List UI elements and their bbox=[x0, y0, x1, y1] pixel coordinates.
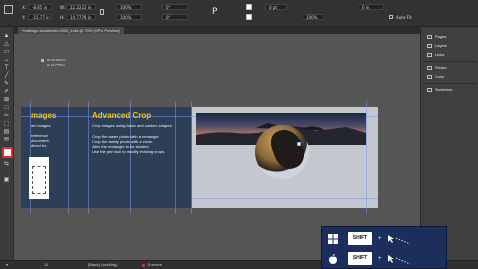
panel-stroke[interactable]: Stroke bbox=[427, 64, 447, 71]
pages-icon bbox=[427, 34, 432, 39]
master-label[interactable]: [Basic] (working) bbox=[88, 262, 118, 268]
drag-cursor-icon bbox=[386, 253, 426, 266]
swatches-icon bbox=[427, 87, 432, 92]
selection-tool-icon[interactable]: ▲ bbox=[2, 33, 11, 39]
page-number-field[interactable]: 11 bbox=[44, 262, 48, 268]
shear-field[interactable]: 0° bbox=[162, 14, 188, 20]
swap-colors-icon[interactable]: ⇆ bbox=[2, 161, 11, 167]
scissors-tool-icon[interactable]: ✂ bbox=[2, 113, 11, 119]
windows-shortcut-row: SHIFT + bbox=[326, 230, 442, 248]
screen-mode-icon[interactable]: ▣ bbox=[2, 177, 11, 183]
coordinates-h: H: 14.7778 in bbox=[47, 63, 65, 67]
scale-x-field[interactable]: 100% bbox=[116, 4, 142, 10]
advanced-crop-intro[interactable]: Crop images using basic and custom shape… bbox=[92, 123, 173, 128]
guide-vertical bbox=[175, 101, 176, 214]
reference-point-icon[interactable] bbox=[4, 5, 13, 14]
windows-logo-icon bbox=[328, 234, 338, 244]
control-bar: X: -8.65 in Y: -15.77 in W: 22.2222 in H… bbox=[0, 0, 478, 27]
free-transform-tool-icon[interactable]: ⬚ bbox=[2, 121, 11, 127]
rotate-field[interactable]: 0° bbox=[162, 4, 188, 10]
type-tool-icon[interactable]: T bbox=[2, 65, 11, 71]
gap-tool-icon[interactable]: ↔ bbox=[2, 57, 11, 63]
apple-logo-icon bbox=[328, 254, 338, 264]
panel-divider bbox=[423, 61, 477, 62]
layers-icon bbox=[427, 43, 432, 48]
color-icon bbox=[427, 74, 432, 79]
family-photo-circle-frame[interactable] bbox=[255, 125, 309, 179]
fill-stroke-swatch-icon[interactable] bbox=[2, 147, 13, 158]
tools-panel: ▲ △ ▭ ↔ T ╱ ✎ ✐ ⊠ □ ✂ ⬚ ▤ ✉ ⇆ ▣ bbox=[0, 27, 14, 269]
panel-swatches[interactable]: Swatches bbox=[427, 86, 452, 93]
panel-pages[interactable]: Pages bbox=[427, 33, 446, 40]
stroke-icon bbox=[427, 65, 432, 70]
opacity-field[interactable]: 100% bbox=[302, 14, 324, 20]
panel-links[interactable]: Links bbox=[427, 51, 444, 58]
guide-horizontal bbox=[192, 198, 378, 199]
shift-key: SHIFT bbox=[348, 252, 372, 265]
w-field[interactable]: 22.2222 in bbox=[66, 4, 96, 10]
guide-vertical bbox=[68, 101, 69, 214]
transform-p-icon[interactable]: P bbox=[212, 7, 217, 17]
w-label: W: bbox=[60, 5, 66, 10]
panel-divider bbox=[423, 83, 477, 84]
y-field[interactable]: -15.77 in bbox=[28, 14, 52, 20]
note-tool-icon[interactable]: ✉ bbox=[2, 137, 11, 143]
preflight-error-icon bbox=[142, 264, 145, 267]
pencil-tool-icon[interactable]: ✐ bbox=[2, 89, 11, 95]
x-field[interactable]: -8.65 in bbox=[28, 4, 52, 10]
zoom-level-icon[interactable]: ▾ bbox=[6, 262, 8, 268]
page-tool-icon[interactable]: ▭ bbox=[2, 49, 11, 55]
coordinates-readout: W: 22.2222 in H: 14.7778 in bbox=[47, 58, 65, 68]
left-page-heading[interactable]: mages bbox=[31, 111, 56, 120]
panel-color[interactable]: Color bbox=[427, 73, 445, 80]
drag-cursor-icon bbox=[386, 233, 426, 246]
cursor-icon bbox=[41, 59, 44, 62]
preflight-errors[interactable]: 8 errors bbox=[148, 262, 162, 268]
y-label: Y: bbox=[22, 15, 26, 20]
mac-shortcut-row: SHIFT + bbox=[326, 250, 442, 268]
gradient-tool-icon[interactable]: ▤ bbox=[2, 129, 11, 135]
document-tab-bar: *indesign-worksheet-2020_indd @ 73% [GPU… bbox=[14, 27, 420, 34]
h-label: H: bbox=[60, 15, 65, 20]
stroke-weight-field[interactable]: 0 pt bbox=[265, 4, 287, 10]
pen-tool-icon[interactable]: ✎ bbox=[2, 81, 11, 87]
constrain-proportions-icon[interactable] bbox=[100, 9, 104, 15]
frame-handle[interactable] bbox=[297, 142, 301, 146]
line-tool-icon[interactable]: ╱ bbox=[2, 73, 11, 79]
plus-sign: + bbox=[378, 256, 382, 262]
shift-key: SHIFT bbox=[348, 232, 372, 245]
auto-fit-label: Auto-Fit bbox=[396, 15, 412, 20]
advanced-crop-heading[interactable]: Advanced Crop bbox=[92, 111, 151, 120]
panel-layers[interactable]: Layers bbox=[427, 42, 447, 49]
guide-vertical bbox=[88, 101, 89, 214]
rectangle-tool-icon[interactable]: □ bbox=[2, 105, 11, 111]
stroke-swatch-icon[interactable] bbox=[246, 14, 252, 20]
left-page-text[interactable]: am images reference document. direct bo bbox=[31, 123, 51, 148]
figure-inner-frame bbox=[32, 166, 46, 194]
x-label: X: bbox=[22, 5, 27, 10]
document-tab[interactable]: *indesign-worksheet-2020_indd @ 73% [GPU… bbox=[18, 27, 124, 34]
rectangle-frame-tool-icon[interactable]: ⊠ bbox=[2, 97, 11, 103]
size-field[interactable]: 0 in bbox=[358, 4, 384, 10]
h-field[interactable]: 14.7778 in bbox=[66, 14, 96, 20]
plus-sign: + bbox=[378, 236, 382, 242]
links-icon bbox=[427, 52, 432, 57]
advanced-crop-steps[interactable]: Crop the water photo with a rectangle. C… bbox=[92, 134, 165, 154]
indesign-window: X: -8.65 in Y: -15.77 in W: 22.2222 in H… bbox=[0, 0, 478, 269]
auto-fit-checkbox[interactable] bbox=[389, 15, 393, 19]
fill-swatch-icon[interactable] bbox=[246, 4, 252, 10]
scale-y-field[interactable]: 100% bbox=[116, 14, 142, 20]
keyboard-shortcut-overlay: SHIFT + SHIFT + bbox=[321, 226, 447, 269]
direct-selection-tool-icon[interactable]: △ bbox=[2, 41, 11, 47]
